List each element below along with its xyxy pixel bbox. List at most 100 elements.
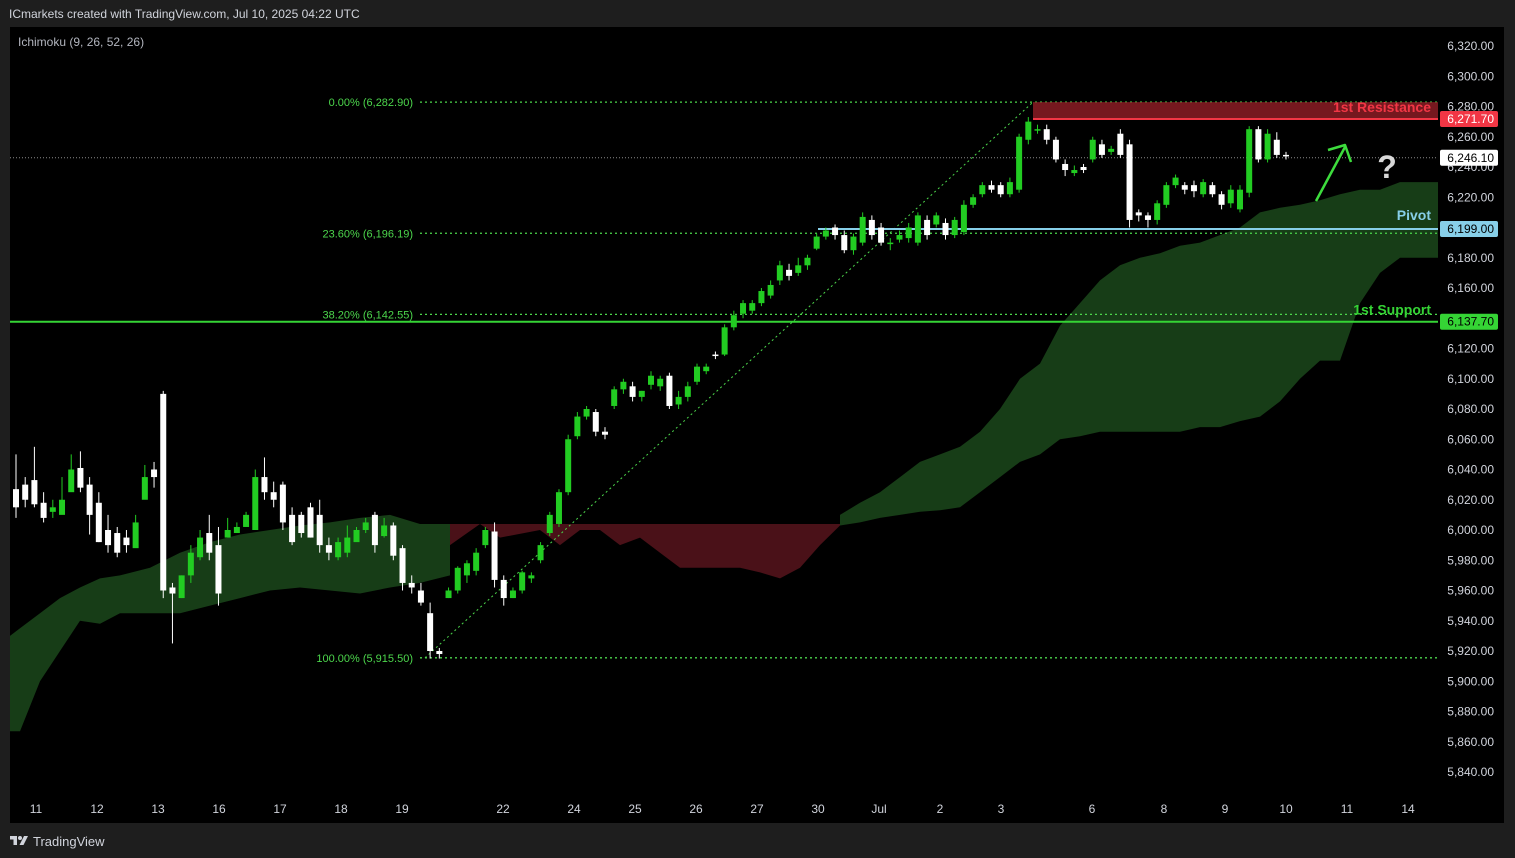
cloud-bear-segment [450,524,840,579]
candle-body [1283,154,1289,157]
candle-body [767,284,774,296]
candle-body [123,537,130,546]
candle-body [712,354,719,357]
candle-body [666,375,673,406]
candle-body [270,492,277,500]
candle-body [463,563,470,576]
candle-body [620,381,627,390]
candle-body [445,590,452,599]
candle-body [997,185,1004,195]
candle-body [1034,129,1041,131]
candle-body [1089,139,1096,160]
pivot-price-tag: 6,199.00 [1440,221,1498,238]
candle-body [611,389,618,406]
price-tick-label: 5,920.00 [1447,644,1494,658]
candle-body [206,533,213,553]
candle-body [657,378,664,387]
price-tick-label: 6,320.00 [1447,39,1494,53]
candle-body [1043,129,1050,140]
time-tick-label: 3 [998,802,1005,816]
price-tick-label: 6,000.00 [1447,523,1494,537]
candle-body [132,522,139,549]
candle-body [850,236,857,251]
pivot-label: Pivot [1397,207,1432,223]
price-tick-label: 6,060.00 [1447,432,1494,446]
candle-body [252,477,259,530]
price-tick-label: 6,080.00 [1447,402,1494,416]
candle-body [675,396,682,405]
candle-body [795,265,802,273]
candle-body [509,590,516,599]
candle-body [703,366,710,372]
support-price-tag: 6,137.70 [1440,313,1498,330]
price-tick-label: 6,020.00 [1447,493,1494,507]
price-tick-label: 6,040.00 [1447,463,1494,477]
candle-body [436,651,443,655]
candle-body [933,215,940,225]
price-tick-label: 5,980.00 [1447,553,1494,567]
time-tick-label: 30 [811,802,825,816]
last-price-tag-text: 6,246.10 [1447,151,1494,165]
price-tick-label: 5,880.00 [1447,705,1494,719]
price-tick-label: 6,300.00 [1447,69,1494,83]
candle-body [86,484,93,515]
candle-body [537,545,544,561]
candle-body [482,530,489,546]
candle-body [1246,129,1253,193]
candle-body [887,242,894,245]
candle-body [740,303,747,314]
time-tick-label: 22 [496,802,510,816]
time-tick-label: 24 [567,802,581,816]
chart-svg[interactable]: 0.00% (6,282.90) 23.60% (6,196.19) 38.20% … [0,0,1515,858]
time-tick-label: 6 [1089,802,1096,816]
time-tick-label: 11 [30,802,43,816]
candle-body [648,375,654,385]
time-tick-label: 18 [334,802,348,816]
candle-body [758,291,765,304]
time-tick-label: 25 [628,802,642,816]
cloud-bull-segment [10,514,450,732]
candle-body [473,552,480,571]
candle-body [924,219,931,236]
candle-body [1227,189,1234,204]
candle-body [59,499,66,515]
tradingview-logo-icon [10,836,28,845]
question-mark: ? [1377,149,1397,185]
candle-body [325,545,332,553]
candle-body [786,269,793,276]
time-axis[interactable]: 11 12 13 16 17 18 19 22 24 25 26 27 30 Jul 2 3 6 8 9 10 11 14 [30,802,1415,816]
price-tick-label: 6,180.00 [1447,251,1494,265]
candle-body [1255,129,1262,160]
candle-body [95,502,102,543]
candle-body [1236,189,1243,210]
price-tick-label: 6,100.00 [1447,372,1494,386]
candle-body [1108,148,1115,152]
time-tick-label: 10 [1279,802,1293,816]
candle-body [694,366,701,382]
candle-body [1071,170,1078,174]
candle-body [187,552,194,576]
fib-level-label: 23.60% (6,196.19) [322,228,413,240]
resistance-price-tag: 6,271.70 [1440,111,1498,128]
candle-body [224,530,231,538]
candle-body [1200,182,1207,195]
candle-body [307,507,314,538]
candle-body [215,545,222,594]
candle-body [31,480,38,505]
candle-body [454,567,461,591]
candle-body [565,439,572,493]
time-tick-label: 13 [151,802,165,816]
time-tick-label: 16 [212,802,226,816]
time-tick-label: 9 [1222,802,1229,816]
candle-body [22,484,29,500]
candle-body [243,514,250,527]
candle-body [730,315,737,328]
candle-body [399,548,406,583]
candle-body [878,227,885,243]
candle-body [813,236,820,249]
price-tick-label: 5,860.00 [1447,735,1494,749]
tradingview-logo[interactable]: TradingView [10,832,105,850]
time-tick-label: 2 [937,802,944,816]
candle-body [13,489,19,508]
resistance-price-tag-text: 6,271.70 [1447,112,1494,126]
